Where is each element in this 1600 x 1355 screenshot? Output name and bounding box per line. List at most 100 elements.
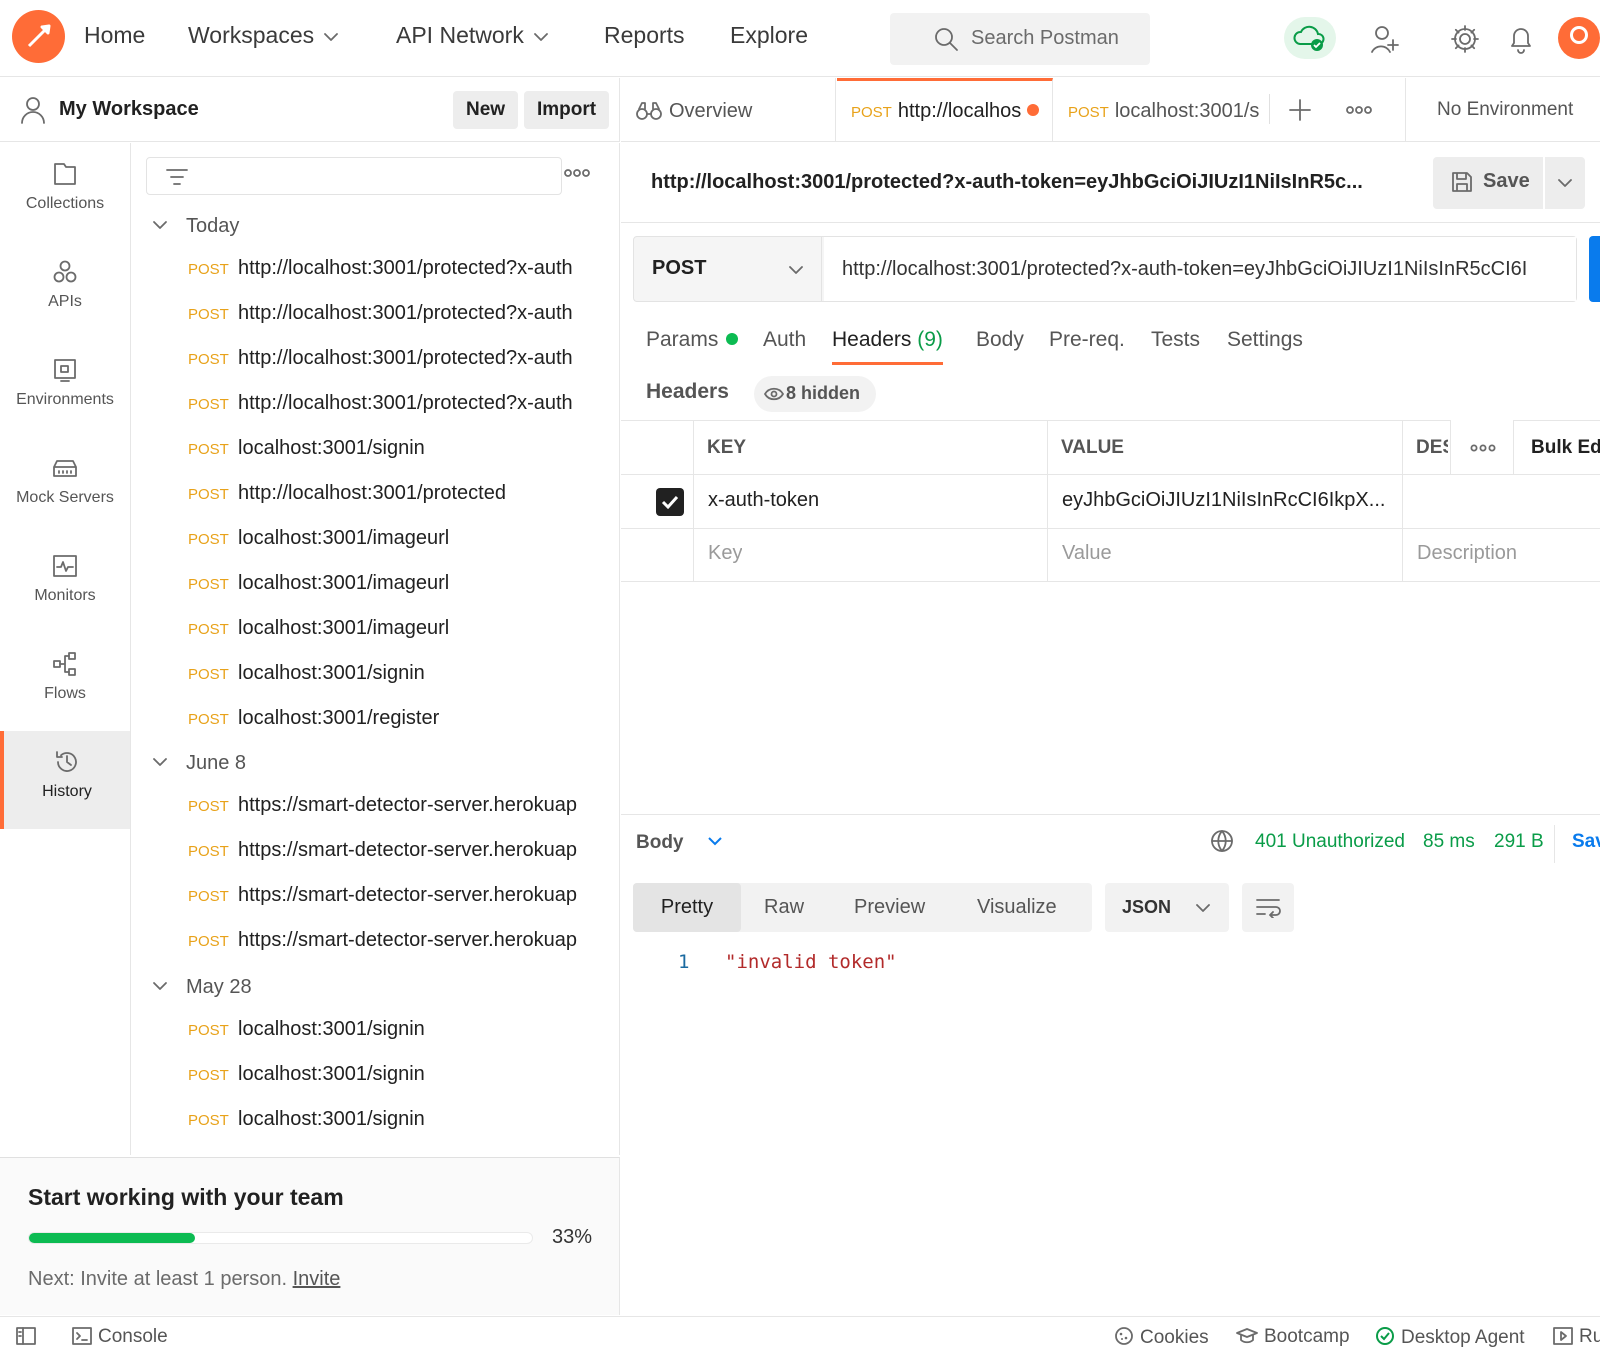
- list-item[interactable]: POST localhost:3001/signin: [188, 1063, 608, 1108]
- cloud-sync-icon[interactable]: [1284, 17, 1336, 59]
- response-status[interactable]: 401 Unauthorized: [1255, 831, 1405, 853]
- cookies-button[interactable]: Cookies: [1114, 1326, 1209, 1349]
- globe-icon[interactable]: [1210, 829, 1234, 853]
- sidebar-item-monitors[interactable]: Monitors: [0, 535, 130, 633]
- new-key-input[interactable]: Key: [708, 542, 742, 565]
- history-filter-input[interactable]: [146, 157, 562, 195]
- runner-button[interactable]: Ru: [1553, 1326, 1600, 1348]
- response-body-dropdown[interactable]: Body: [636, 832, 723, 854]
- sidebar-item-mock-servers[interactable]: Mock Servers: [0, 437, 130, 535]
- desktop-agent-button[interactable]: Desktop Agent: [1375, 1326, 1525, 1349]
- sidebar-item-history[interactable]: History: [0, 731, 130, 829]
- list-item[interactable]: POST localhost:3001/imageurl: [188, 572, 608, 617]
- sidebar-rail: Collections APIs Environments Mock Serve…: [0, 143, 131, 1155]
- filter-icon: [165, 166, 189, 188]
- avatar[interactable]: [1558, 17, 1600, 59]
- list-item[interactable]: POST https://smart-detector-server.heroku…: [188, 929, 608, 974]
- invite-link[interactable]: Invite: [293, 1268, 341, 1290]
- list-item[interactable]: POST http://localhost:3001/protected?x-au…: [188, 257, 608, 302]
- gear-icon[interactable]: [1450, 24, 1480, 54]
- list-item[interactable]: POST https://smart-detector-server.heroku…: [188, 884, 608, 929]
- response-size[interactable]: 291 B: [1494, 831, 1544, 853]
- sidebar-item-collections[interactable]: Collections: [0, 143, 130, 241]
- column-header-value: VALUE: [1061, 437, 1124, 458]
- history-group-may-28[interactable]: May 28: [152, 976, 252, 999]
- invite-user-icon[interactable]: [1370, 24, 1400, 54]
- new-description-input[interactable]: Description: [1417, 542, 1517, 565]
- list-item[interactable]: POST localhost:3001/signin: [188, 662, 608, 707]
- nav-explore[interactable]: Explore: [730, 22, 808, 49]
- history-group-june-8[interactable]: June 8: [152, 752, 246, 775]
- nav-api-network[interactable]: API Network: [396, 22, 548, 49]
- sidebar-item-apis[interactable]: APIs: [0, 241, 130, 339]
- view-raw[interactable]: Raw: [764, 896, 804, 919]
- new-button[interactable]: New: [453, 91, 519, 129]
- tab-auth[interactable]: Auth: [763, 328, 806, 352]
- tab-prereq[interactable]: Pre-req.: [1049, 328, 1125, 352]
- view-visualize[interactable]: Visualize: [977, 896, 1057, 919]
- nav-workspaces[interactable]: Workspaces: [188, 22, 339, 49]
- tab-settings[interactable]: Settings: [1227, 328, 1303, 352]
- tab-request-signin[interactable]: POST localhost:3001/s: [1054, 78, 1270, 142]
- environments-icon: [52, 357, 78, 383]
- column-options-icon[interactable]: [1450, 420, 1514, 474]
- tab-params[interactable]: Params: [646, 328, 739, 352]
- list-item[interactable]: POST localhost:3001/register: [188, 707, 608, 752]
- list-item[interactable]: POST http://localhost:3001/protected: [188, 482, 608, 527]
- list-item[interactable]: POST localhost:3001/imageurl: [188, 527, 608, 572]
- list-item[interactable]: POST http://localhost:3001/protected?x-au…: [188, 347, 608, 392]
- nav-reports[interactable]: Reports: [604, 22, 685, 49]
- new-value-input[interactable]: Value: [1062, 542, 1112, 565]
- list-item[interactable]: POST https://smart-detector-server.heroku…: [188, 794, 608, 839]
- header-value-cell[interactable]: eyJhbGciOiJIUzI1NiIsInRcCI6IkpX...: [1062, 489, 1392, 512]
- toggle-sidebar-icon[interactable]: [16, 1326, 42, 1348]
- header-key-cell[interactable]: x-auth-token: [708, 489, 1038, 512]
- sidebar-item-environments[interactable]: Environments: [0, 339, 130, 437]
- flows-icon: [52, 651, 78, 677]
- save-button[interactable]: Save: [1433, 157, 1543, 209]
- list-item[interactable]: POST http://localhost:3001/protected?x-au…: [188, 302, 608, 347]
- header-enabled-checkbox[interactable]: [656, 488, 684, 516]
- request-title[interactable]: http://localhost:3001/protected?x-auth-t…: [651, 171, 1363, 194]
- tab-overview[interactable]: Overview: [621, 78, 836, 142]
- sidebar-item-flows[interactable]: Flows: [0, 633, 130, 731]
- list-item[interactable]: POST localhost:3001/signin: [188, 1018, 608, 1063]
- import-button[interactable]: Import: [524, 91, 610, 129]
- method-select[interactable]: POST: [634, 237, 822, 301]
- view-preview[interactable]: Preview: [854, 896, 925, 919]
- tab-body[interactable]: Body: [976, 328, 1024, 352]
- chevron-down-icon: [1558, 179, 1572, 187]
- save-response-button[interactable]: Sav: [1572, 831, 1600, 853]
- bulk-edit-button[interactable]: Bulk Ed: [1531, 437, 1600, 459]
- tab-headers[interactable]: Headers (9): [832, 328, 943, 365]
- save-options-dropdown[interactable]: [1545, 157, 1585, 209]
- tab-request-protected[interactable]: POST http://localhos: [837, 78, 1053, 142]
- console-button[interactable]: Console: [72, 1326, 168, 1348]
- list-item[interactable]: POST localhost:3001/imageurl: [188, 617, 608, 662]
- wrap-lines-icon[interactable]: [1242, 883, 1294, 932]
- hidden-headers-toggle[interactable]: 8 hidden: [754, 376, 877, 412]
- response-time[interactable]: 85 ms: [1423, 831, 1475, 853]
- response-format-select[interactable]: JSON: [1105, 883, 1229, 932]
- bell-icon[interactable]: [1508, 24, 1534, 54]
- eye-icon: [764, 387, 784, 401]
- team-next-step: Next: Invite at least 1 person. Invite: [28, 1268, 341, 1290]
- environment-selector[interactable]: No Environment: [1437, 99, 1573, 121]
- history-group-today[interactable]: Today: [152, 215, 239, 238]
- more-options-icon[interactable]: [564, 167, 590, 179]
- list-item[interactable]: POST localhost:3001/signin: [188, 1108, 608, 1153]
- bootcamp-button[interactable]: Bootcamp: [1236, 1326, 1350, 1348]
- chevron-down-icon: [533, 32, 548, 42]
- list-item[interactable]: POST http://localhost:3001/protected?x-au…: [188, 392, 608, 437]
- url-input[interactable]: [824, 237, 1576, 301]
- tab-tests[interactable]: Tests: [1151, 328, 1200, 352]
- view-pretty[interactable]: Pretty: [633, 883, 741, 932]
- send-button[interactable]: [1589, 236, 1600, 302]
- postman-logo-icon[interactable]: [12, 10, 65, 63]
- more-tabs-icon[interactable]: [1346, 104, 1372, 116]
- new-tab-icon[interactable]: [1288, 98, 1312, 122]
- nav-home[interactable]: Home: [84, 22, 145, 49]
- search-input[interactable]: Search Postman: [890, 13, 1150, 65]
- list-item[interactable]: POST https://smart-detector-server.heroku…: [188, 839, 608, 884]
- list-item[interactable]: POST localhost:3001/signin: [188, 437, 608, 482]
